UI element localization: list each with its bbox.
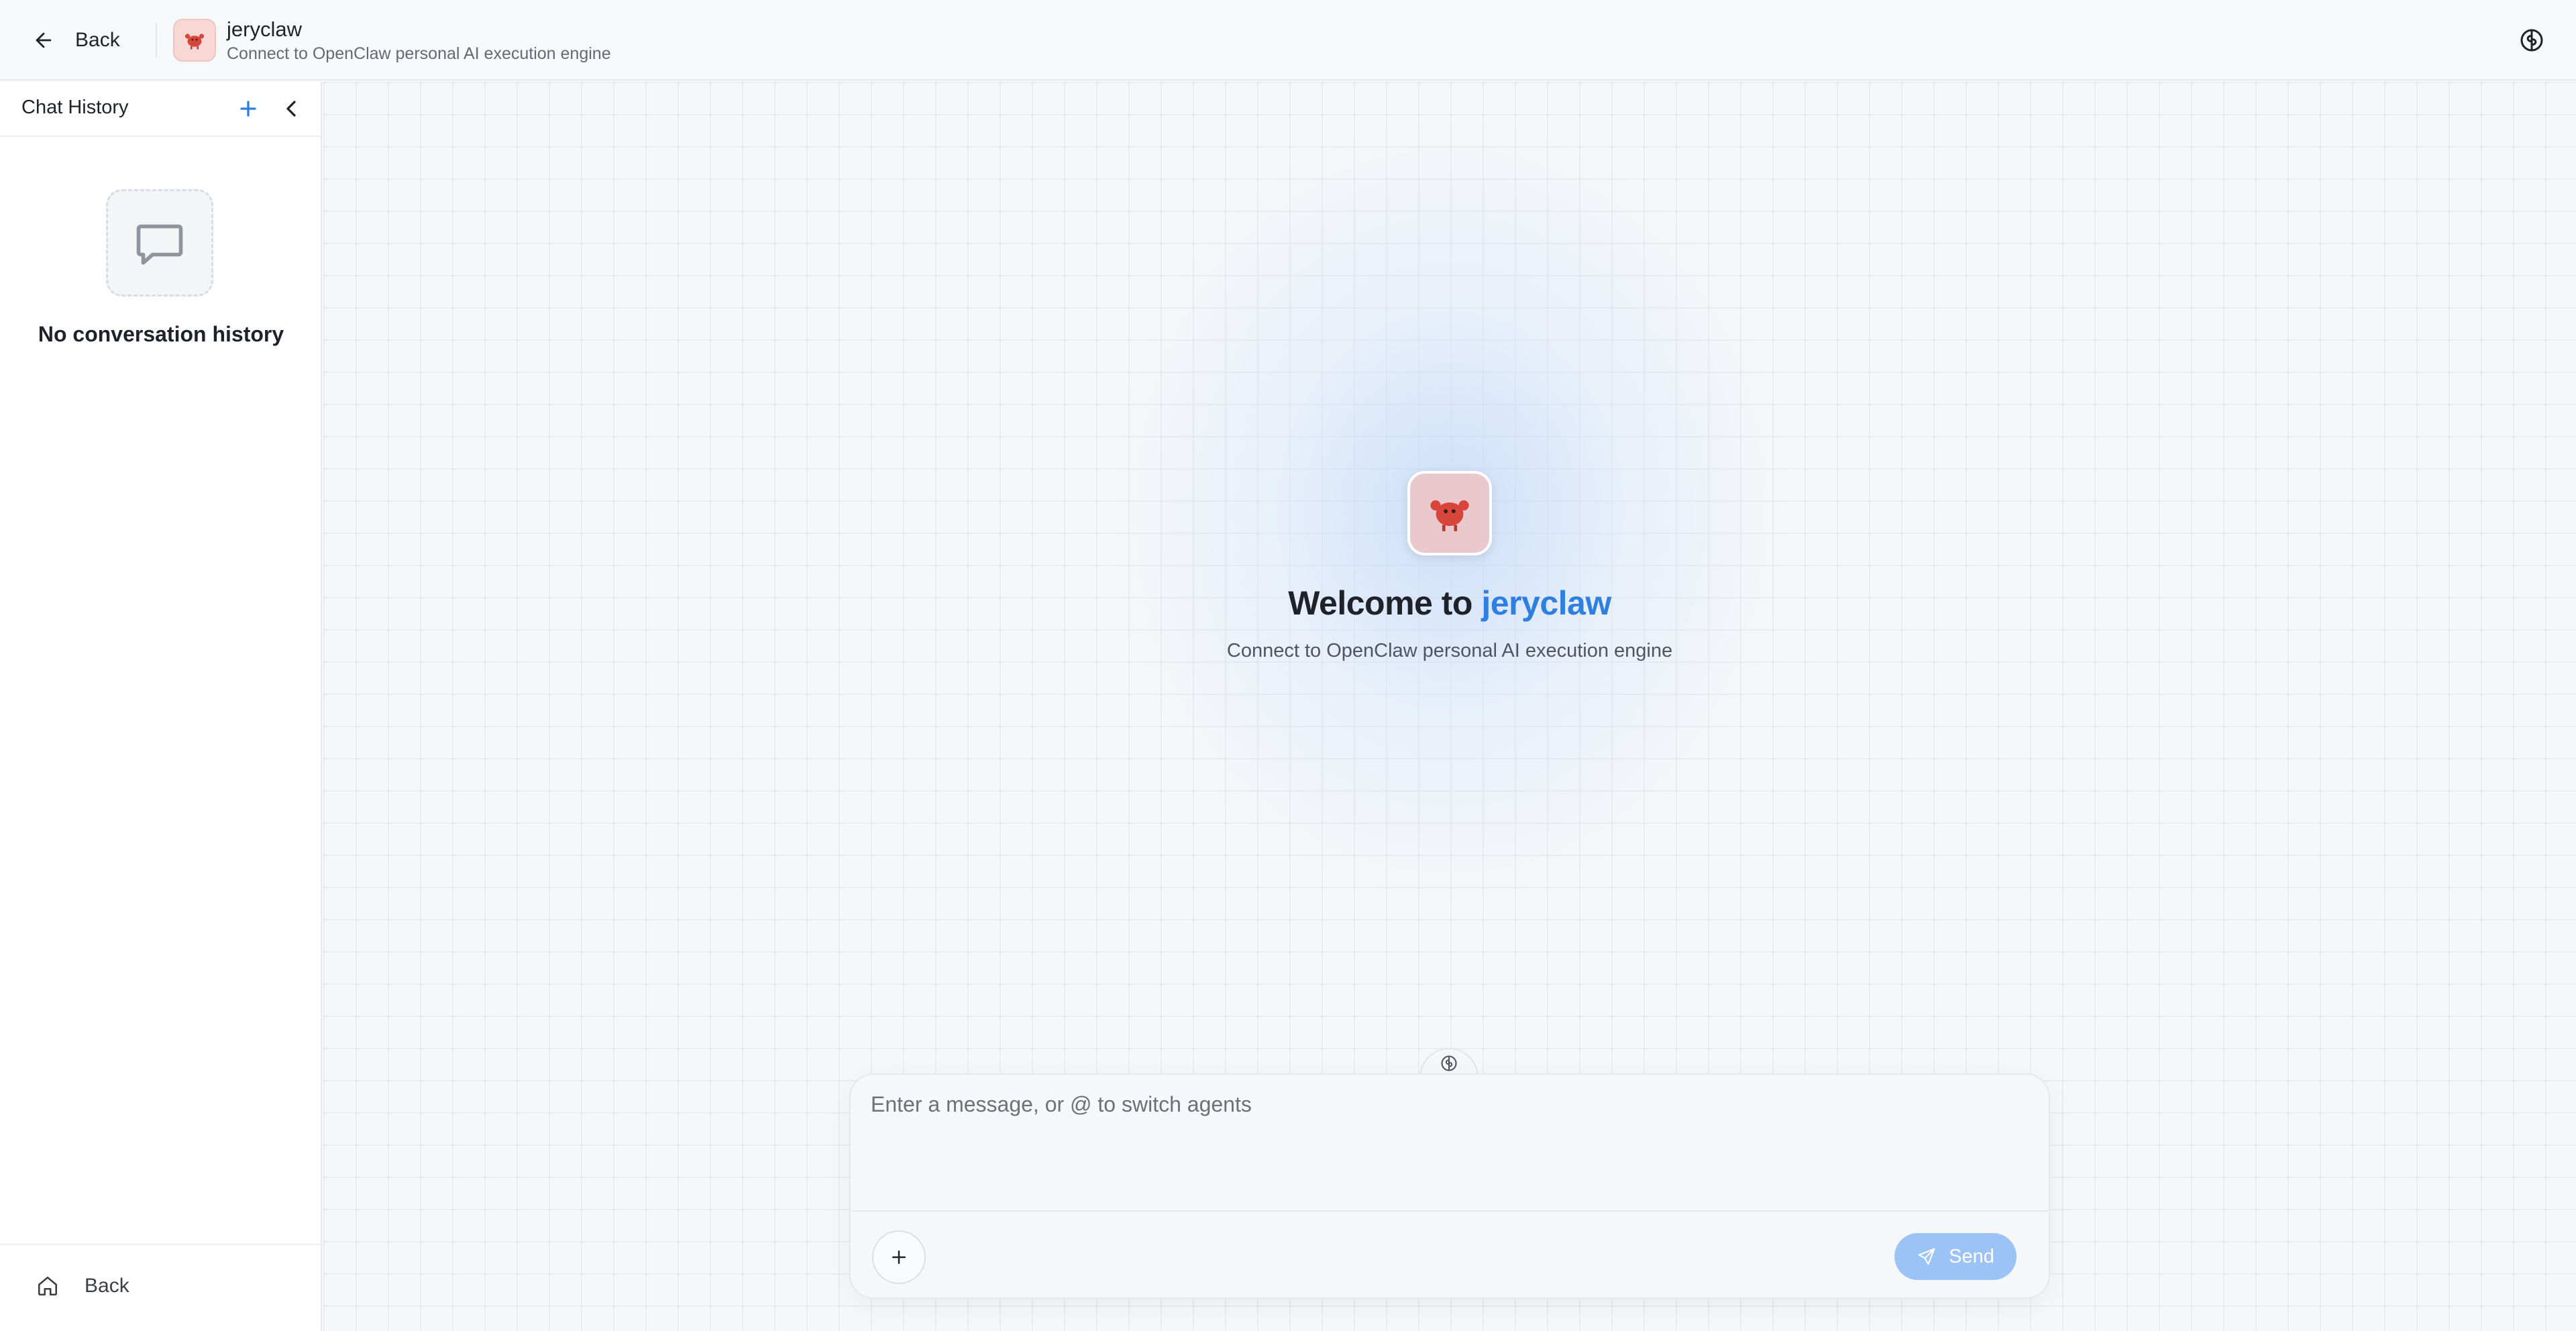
- send-button[interactable]: Send: [1894, 1233, 2017, 1280]
- footer-back-label: Back: [85, 1275, 129, 1297]
- crab-icon: [184, 34, 205, 50]
- send-icon: [1918, 1248, 1935, 1265]
- crab-icon: [1430, 500, 1469, 531]
- home-icon: [38, 1276, 58, 1296]
- footer-back-button[interactable]: Back: [36, 1275, 129, 1297]
- welcome-title: Welcome to jeryclaw: [323, 584, 2576, 623]
- top-header: Back jeryclaw Connect to OpenClaw person…: [0, 0, 2576, 81]
- attach-button[interactable]: [872, 1230, 926, 1284]
- send-label: Send: [1949, 1245, 1994, 1267]
- message-square-icon: [136, 224, 183, 265]
- welcome-prefix: Welcome to: [1288, 584, 1472, 622]
- sidebar-title: Chat History: [21, 97, 129, 118]
- agent-name: jeryclaw: [227, 17, 302, 41]
- agent-avatar: [173, 19, 216, 62]
- empty-state-icon-box: [106, 189, 213, 297]
- back-label: Back: [75, 29, 120, 51]
- empty-state-text: No conversation history: [38, 322, 284, 346]
- message-input[interactable]: [871, 1092, 2025, 1193]
- welcome-agent-name: jeryclaw: [1481, 584, 1611, 622]
- sidebar-header: Chat History: [0, 82, 321, 137]
- app-window: Back jeryclaw Connect to OpenClaw person…: [0, 0, 2576, 1331]
- plus-icon: [892, 1250, 906, 1264]
- brain-icon: [1441, 1055, 1457, 1071]
- brain-icon[interactable]: [2518, 27, 2545, 54]
- message-composer: Send: [849, 1073, 2050, 1299]
- welcome-agent-logo: [1407, 471, 1492, 555]
- arrow-left-icon: [36, 32, 52, 48]
- chat-history-sidebar: Chat History No conversation history Bac…: [0, 82, 322, 1331]
- chevron-left-icon[interactable]: [278, 95, 305, 122]
- sidebar-footer: Back: [0, 1244, 321, 1331]
- composer-divider: [852, 1210, 2049, 1212]
- welcome-subtitle: Connect to OpenClaw personal AI executio…: [1226, 640, 1673, 661]
- agent-description: Connect to OpenClaw personal AI executio…: [227, 44, 611, 63]
- chat-main-area: Welcome to jeryclaw Connect to OpenClaw …: [323, 82, 2576, 1331]
- new-chat-plus-icon[interactable]: [235, 95, 262, 122]
- header-divider: [156, 23, 157, 58]
- back-button[interactable]: Back: [32, 19, 120, 62]
